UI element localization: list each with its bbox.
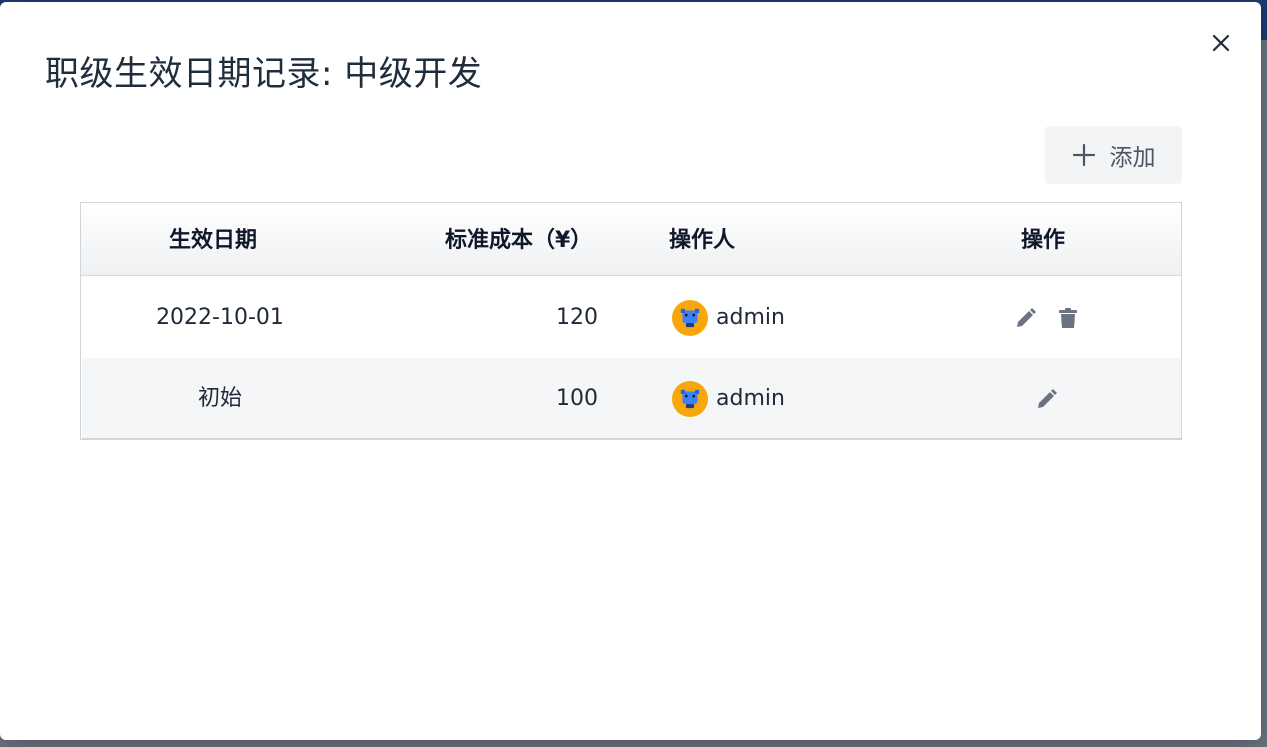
row-cost: 100 xyxy=(556,386,598,411)
trash-icon[interactable] xyxy=(1056,306,1080,330)
row-operator: admin xyxy=(672,277,892,358)
avatar xyxy=(672,380,708,417)
row-actions xyxy=(942,358,1152,439)
close-button[interactable] xyxy=(1206,28,1236,58)
operator-name: admin xyxy=(716,386,785,411)
table-row: 初始 100 admin xyxy=(82,358,1181,439)
modal-title: 职级生效日期记录: 中级开发 xyxy=(45,54,483,94)
edit-icon[interactable] xyxy=(1035,387,1059,411)
header-operator: 操作人 xyxy=(669,228,736,253)
header-cost: 标准成本（¥） xyxy=(445,228,593,253)
operator-name: admin xyxy=(716,305,785,330)
records-table: 生效日期 标准成本（¥） 操作人 操作 2022-10-01 120 admin… xyxy=(80,202,1182,440)
edit-icon[interactable] xyxy=(1014,306,1038,330)
close-icon xyxy=(1212,34,1230,52)
row-cost: 120 xyxy=(556,305,598,330)
plus-icon xyxy=(1072,143,1095,167)
add-button-label: 添加 xyxy=(1109,145,1156,171)
avatar xyxy=(672,299,708,336)
table-row: 2022-10-01 120 admin xyxy=(82,277,1181,358)
add-button[interactable]: 添加 xyxy=(1045,126,1182,184)
row-actions xyxy=(942,277,1152,358)
row-operator: admin xyxy=(672,358,892,439)
user-avatar-icon xyxy=(680,389,700,408)
date-records-modal: 职级生效日期记录: 中级开发 添加 生效日期 标准成本（¥） 操作人 操作 20… xyxy=(0,2,1261,740)
row-date: 2022-10-01 xyxy=(156,305,284,330)
row-date: 初始 xyxy=(197,386,242,411)
header-actions: 操作 xyxy=(1021,228,1066,253)
user-avatar-icon xyxy=(680,308,700,327)
table-header: 生效日期 标准成本（¥） 操作人 操作 xyxy=(81,203,1181,276)
header-date: 生效日期 xyxy=(169,228,258,253)
